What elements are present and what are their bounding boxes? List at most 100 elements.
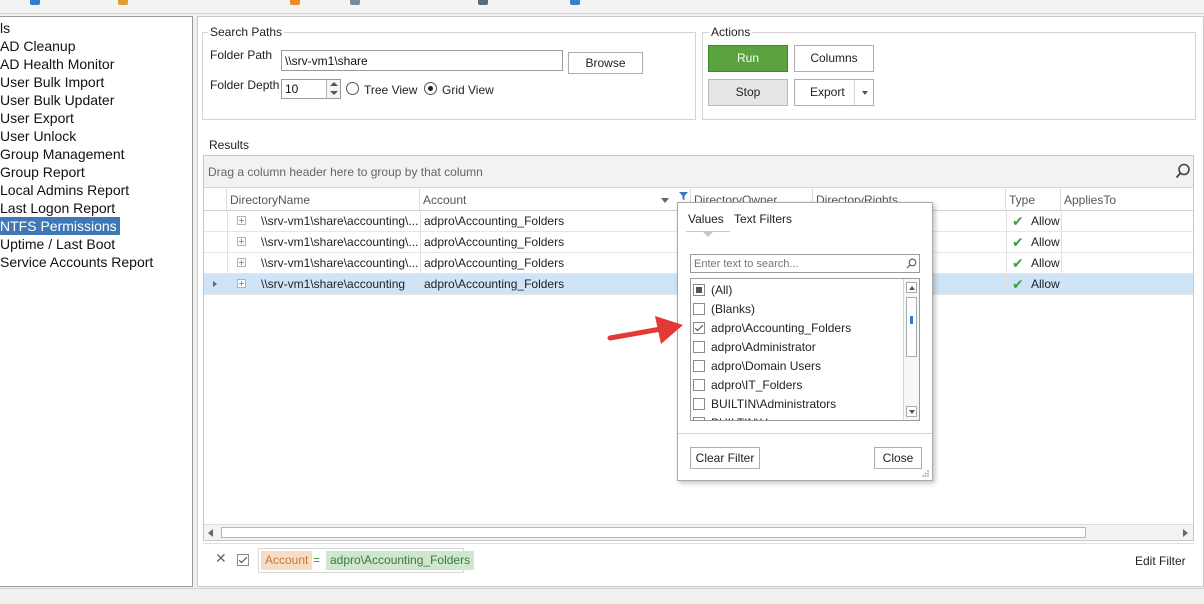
scroll-thumb[interactable] [221, 527, 1086, 538]
value-list-item[interactable]: (Blanks) [711, 300, 755, 319]
cell-account: adpro\Accounting_Folders [424, 256, 565, 270]
value-list-item[interactable]: (All) [711, 281, 732, 300]
cell-divider [420, 253, 421, 273]
filter-value-chip[interactable]: adpro\Accounting_Folders [326, 551, 475, 570]
sidebar-item[interactable]: User Bulk Updater [0, 91, 117, 109]
col-directory-name[interactable]: DirectoryName [227, 189, 420, 211]
filter-field-chip[interactable]: Account [261, 551, 313, 570]
scroll-left-icon[interactable] [208, 529, 213, 537]
value-checkbox[interactable] [693, 303, 705, 315]
expand-icon[interactable] [237, 237, 246, 246]
sidebar-item[interactable]: User Unlock [0, 127, 79, 145]
folder-depth-spinner[interactable]: 10 [281, 79, 341, 99]
cell-account: adpro\Accounting_Folders [424, 214, 565, 228]
col-account[interactable]: Account [420, 189, 691, 211]
cell-directory-name: \\srv-vm1\share\accounting\... [261, 214, 418, 228]
folder-path-input[interactable]: \\srv-vm1\share [281, 50, 563, 71]
grid-view-radio[interactable] [424, 82, 437, 95]
value-list-item[interactable]: BUILTIN\Users [711, 414, 791, 420]
search-paths-group [202, 32, 696, 120]
sidebar-item[interactable]: Last Logon Report [0, 199, 118, 217]
spin-up-icon[interactable] [330, 82, 338, 86]
filter-search-input[interactable] [690, 254, 920, 273]
sidebar-item[interactable]: Group Report [0, 163, 88, 181]
sidebar-item[interactable]: AD Cleanup [0, 37, 79, 55]
top-toolbar-strip [0, 0, 1204, 14]
toolbar-icon[interactable] [350, 0, 360, 5]
allow-check-icon: ✔ [1012, 213, 1024, 229]
sidebar-item[interactable]: NTFS Permissions [0, 217, 120, 235]
chevron-down-icon[interactable] [862, 91, 868, 95]
group-panel[interactable]: Drag a column header here to group by th… [204, 156, 1193, 188]
row-indicator-icon [213, 281, 217, 287]
list-vertical-scrollbar[interactable] [903, 279, 919, 420]
cell-divider [227, 211, 228, 231]
close-button[interactable]: Close [874, 447, 922, 469]
clear-filter-x-icon[interactable]: ✕ [215, 550, 227, 567]
expand-icon[interactable] [237, 279, 246, 288]
toolbar-icon[interactable] [570, 0, 580, 5]
sidebar-item[interactable]: Uptime / Last Boot [0, 235, 118, 253]
col-account-label: Account [423, 193, 467, 207]
cell-divider [1061, 232, 1062, 252]
value-checkbox[interactable] [693, 379, 705, 391]
tab-text-filters[interactable]: Text Filters [734, 212, 792, 226]
tree-view-radio[interactable] [346, 82, 359, 95]
columns-button[interactable]: Columns [794, 45, 874, 72]
value-checkbox[interactable] [693, 322, 705, 334]
sidebar-item[interactable]: Local Admins Report [0, 181, 132, 199]
sidebar-item[interactable]: User Bulk Import [0, 73, 107, 91]
value-list-item[interactable]: BUILTIN\Administrators [711, 395, 836, 414]
col-type[interactable]: Type [1006, 189, 1061, 211]
value-list-item[interactable]: adpro\Domain Users [711, 357, 821, 376]
filter-enable-checkbox[interactable] [237, 554, 249, 566]
value-checkbox[interactable] [693, 284, 705, 296]
clear-filter-button[interactable]: Clear Filter [690, 447, 760, 469]
scroll-right-icon[interactable] [1183, 529, 1188, 537]
browse-button[interactable]: Browse [568, 52, 643, 74]
grid-view-label: Grid View [442, 83, 494, 97]
spinner-arrows[interactable] [326, 80, 340, 98]
resize-grip-icon[interactable] [921, 469, 930, 478]
toolbar-icon[interactable] [118, 0, 128, 5]
horizontal-scrollbar[interactable] [204, 524, 1193, 540]
expand-icon[interactable] [237, 258, 246, 267]
list-scroll-thumb[interactable] [906, 297, 917, 357]
cell-divider [1006, 232, 1007, 252]
sidebar-header: ls [0, 20, 11, 36]
sidebar-item[interactable]: AD Health Monitor [0, 55, 117, 73]
sidebar-item[interactable]: User Export [0, 109, 77, 127]
stop-button[interactable]: Stop [708, 79, 788, 106]
red-arrow-icon [607, 316, 683, 344]
filter-operator[interactable]: = [313, 553, 320, 567]
spin-down-icon[interactable] [330, 91, 338, 95]
tab-values[interactable]: Values [688, 212, 724, 226]
filter-funnel-icon[interactable] [679, 192, 688, 201]
export-button[interactable]: Export [794, 79, 874, 106]
edit-filter-link[interactable]: Edit Filter [1135, 554, 1186, 568]
value-checkbox[interactable] [693, 417, 705, 420]
value-list-item[interactable]: adpro\Accounting_Folders [711, 319, 851, 338]
value-list-item[interactable]: adpro\Administrator [711, 338, 816, 357]
chevron-down-icon[interactable] [909, 410, 915, 414]
toolbar-icon[interactable] [290, 0, 300, 5]
value-checkbox[interactable] [693, 398, 705, 410]
popup-footer-divider [678, 433, 932, 434]
run-button[interactable]: Run [708, 45, 788, 72]
allow-check-icon: ✔ [1012, 255, 1024, 271]
toolbar-icon[interactable] [30, 0, 40, 5]
actions-title: Actions [709, 25, 753, 39]
value-list-item[interactable]: adpro\IT_Folders [711, 376, 802, 395]
col-applies-to[interactable]: AppliesTo [1061, 189, 1193, 211]
sidebar-item[interactable]: Group Management [0, 145, 128, 163]
cell-divider [420, 274, 421, 294]
chevron-up-icon[interactable] [909, 286, 915, 290]
search-icon[interactable] [1175, 163, 1191, 179]
value-checkbox[interactable] [693, 341, 705, 353]
toolbar-icon[interactable] [478, 0, 488, 5]
value-checkbox[interactable] [693, 360, 705, 372]
cell-divider [227, 232, 228, 252]
sidebar-item[interactable]: Service Accounts Report [0, 253, 156, 271]
expand-icon[interactable] [237, 216, 246, 225]
sort-arrow-icon[interactable] [661, 198, 669, 203]
